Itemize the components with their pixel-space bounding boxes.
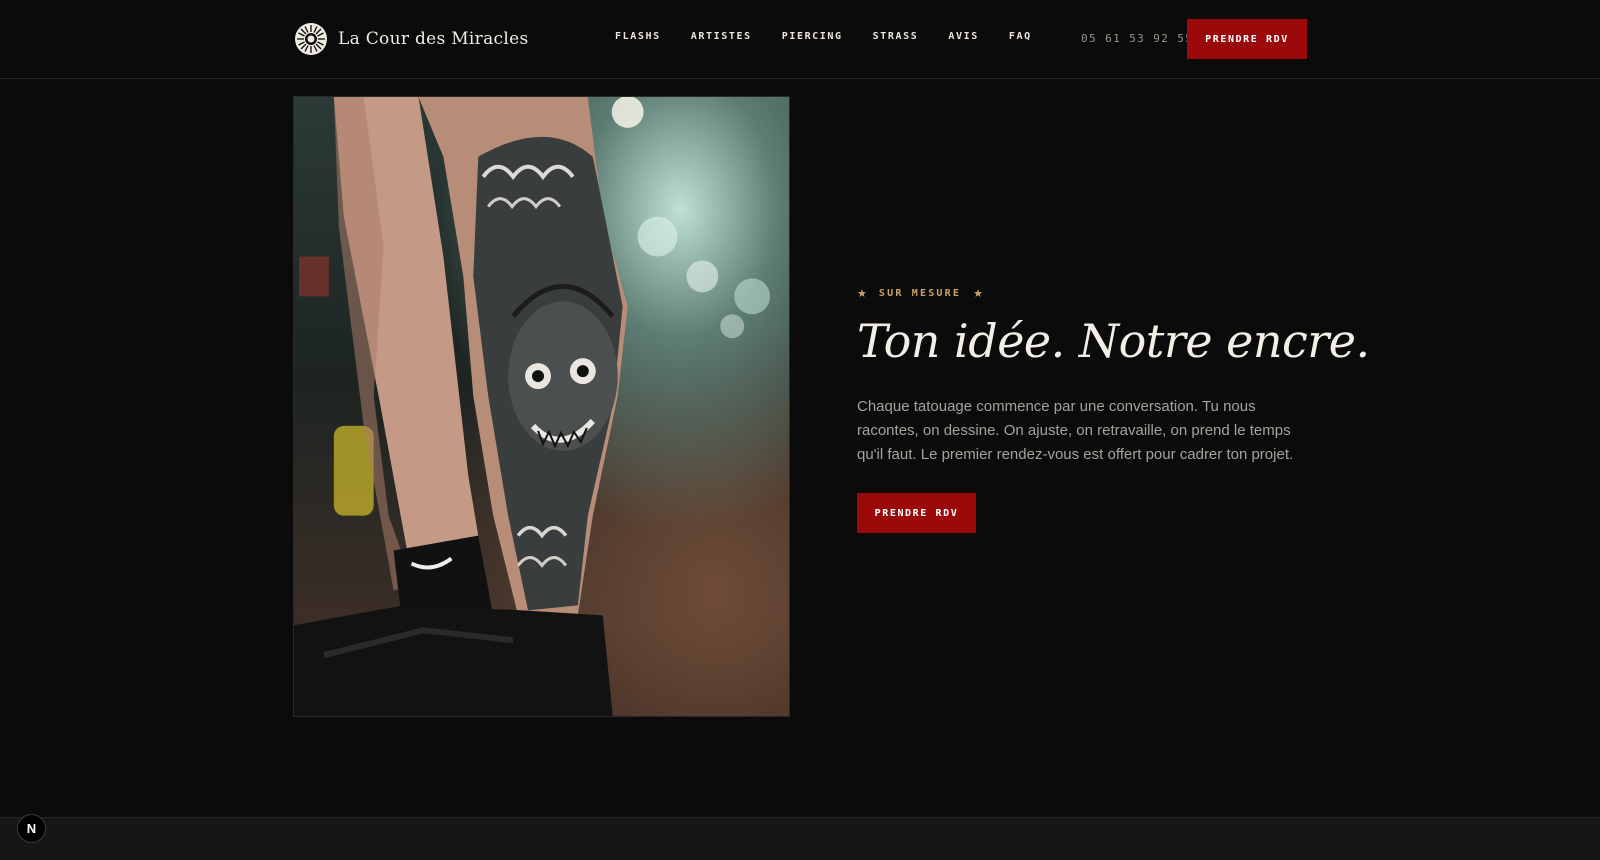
hero-eyebrow: ★ SUR MESURE ★ [857, 287, 983, 300]
star-icon: ★ [973, 288, 983, 300]
main-nav: FLASHS ARTISTES PIERCING STRASS AVIS FAQ [615, 31, 1032, 42]
header-book-button[interactable]: PRENDRE RDV [1187, 19, 1307, 59]
phone-link[interactable]: 05 61 53 92 55 [1081, 32, 1193, 45]
eyebrow-label: SUR MESURE [878, 288, 962, 299]
sun-emblem-icon [295, 23, 327, 55]
star-icon: ★ [857, 288, 867, 300]
nav-link-piercing[interactable]: PIERCING [782, 31, 843, 42]
tattoo-leg-illustration [294, 97, 771, 716]
next-logo-icon: N [26, 821, 37, 836]
hero-book-button[interactable]: PRENDRE RDV [857, 493, 976, 533]
brand-logo-link[interactable]: La Cour des Miracles [294, 22, 528, 56]
site-header: La Cour des Miracles FLASHS ARTISTES PIE… [0, 0, 1600, 79]
brand-name: La Cour des Miracles [338, 29, 529, 49]
hero-headline: Ton idée. Notre encre. [857, 314, 1370, 368]
nav-link-artistes[interactable]: ARTISTES [691, 31, 752, 42]
nav-link-strass[interactable]: STRASS [873, 31, 919, 42]
dev-tools-badge[interactable]: N [17, 814, 46, 843]
nav-link-avis[interactable]: AVIS [948, 31, 978, 42]
hero-description: Chaque tatouage commence par une convers… [857, 398, 1294, 463]
nav-link-faq[interactable]: FAQ [1009, 31, 1032, 42]
nav-link-flashs[interactable]: FLASHS [615, 31, 661, 42]
next-section-edge [0, 817, 1600, 860]
tattoo-photo [293, 96, 790, 717]
